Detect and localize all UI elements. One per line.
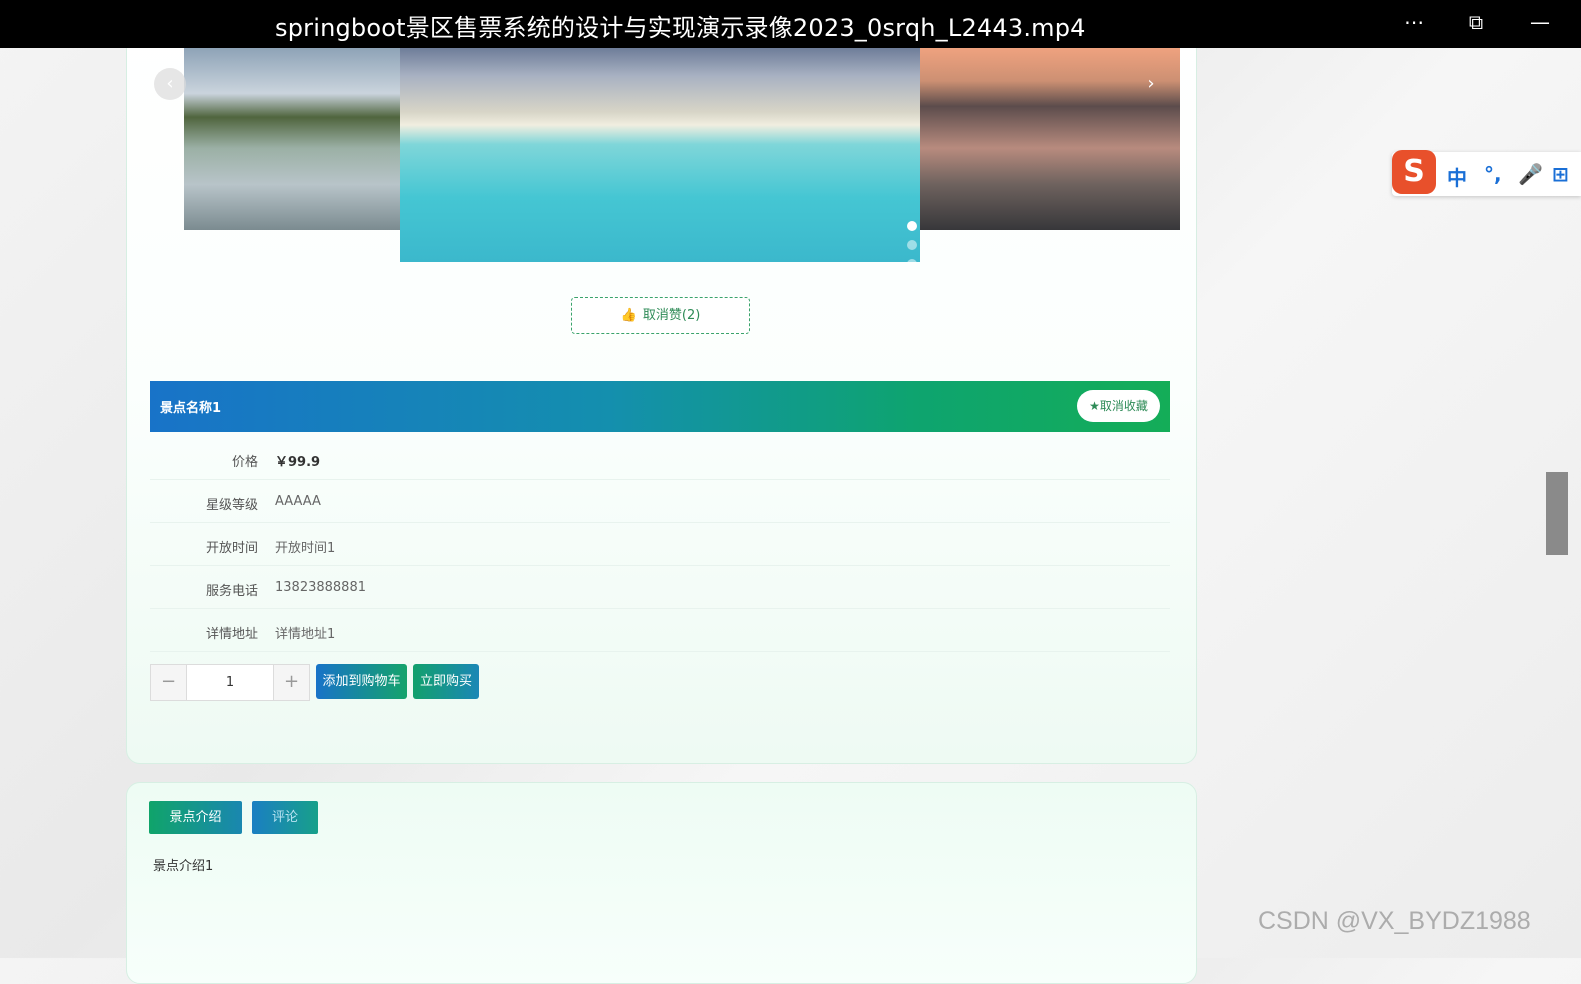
detail-row-star-level: 星级等级 AAAAA <box>150 480 1170 523</box>
detail-label: 价格 <box>231 455 258 470</box>
carousel-next-icon[interactable]: › <box>1135 68 1167 100</box>
detail-label: 服务电话 <box>205 584 258 599</box>
scenic-name: 景点名称1 <box>160 401 222 416</box>
carousel-prev-icon[interactable]: ‹ <box>154 68 186 100</box>
carousel-dot[interactable] <box>907 240 917 250</box>
carousel-indicators <box>907 216 920 262</box>
punctuation-icon[interactable]: °, <box>1484 162 1502 186</box>
unlike-label: 取消赞(2) <box>642 308 701 323</box>
buy-now-button[interactable]: 立即购买 <box>413 664 479 699</box>
add-to-cart-button[interactable]: 添加到购物车 <box>316 664 407 699</box>
carousel-slide-mountain-lake <box>184 48 400 230</box>
sogou-logo-icon: S <box>1392 150 1436 194</box>
tab-scenic-intro[interactable]: 景点介绍 <box>149 801 242 834</box>
detail-label: 详情地址 <box>205 627 258 642</box>
image-carousel[interactable]: ‹ › <box>154 48 1182 263</box>
detail-value: AAAAA <box>275 494 321 509</box>
more-options-icon[interactable]: ⋯ <box>1398 10 1430 38</box>
increase-quantity-button[interactable]: + <box>273 665 309 700</box>
detail-row-price: 价格 ￥99.9 <box>150 437 1170 480</box>
carousel-dot[interactable] <box>907 221 917 231</box>
detail-value-price: ￥99.9 <box>275 455 321 470</box>
detail-row-address: 详情地址 详情地址1 <box>150 609 1170 652</box>
scenic-detail-table: 价格 ￥99.9 星级等级 AAAAA 开放时间 开放时间1 服务电话 1382… <box>150 437 1170 652</box>
scenic-intro-text: 景点介绍1 <box>153 859 214 874</box>
detail-row-phone: 服务电话 13823888881 <box>150 566 1170 609</box>
tab-comments[interactable]: 评论 <box>252 801 318 834</box>
detail-label: 星级等级 <box>205 498 258 513</box>
thumbs-up-icon: 👍 <box>620 308 637 323</box>
detail-value: 13823888881 <box>275 580 366 595</box>
carousel-slide-beach <box>400 48 920 262</box>
video-title: springboot景区售票系统的设计与实现演示录像2023_0srqh_L24… <box>275 14 1086 42</box>
input-method-toolbar[interactable]: S 中 °, 🎤 ⊞ <box>1392 150 1581 196</box>
detail-value: 开放时间1 <box>275 541 336 556</box>
quantity-input[interactable]: 1 <box>187 665 273 700</box>
csdn-watermark: CSDN @VX_BYDZ1988 <box>1258 907 1531 935</box>
quantity-stepper: − 1 + <box>150 664 310 701</box>
detail-value: 详情地址1 <box>275 627 336 642</box>
microphone-icon[interactable]: 🎤 <box>1518 162 1543 186</box>
scrollbar-thumb[interactable] <box>1546 472 1568 555</box>
video-title-bar: springboot景区售票系统的设计与实现演示录像2023_0srqh_L24… <box>0 0 1581 48</box>
chinese-mode-icon[interactable]: 中 <box>1447 162 1467 191</box>
minimize-icon[interactable]: — <box>1524 10 1556 38</box>
detail-label: 开放时间 <box>205 541 258 556</box>
decrease-quantity-button[interactable]: − <box>151 665 187 700</box>
toolbox-grid-icon[interactable]: ⊞ <box>1552 162 1569 186</box>
unfavorite-button[interactable]: ★取消收藏 <box>1077 390 1160 422</box>
carousel-dot[interactable] <box>907 259 917 262</box>
scenic-title-bar: 景点名称1 ★取消收藏 <box>150 381 1170 432</box>
unlike-button[interactable]: 👍 取消赞(2) <box>571 297 750 334</box>
picture-in-picture-icon[interactable]: ⧉ <box>1460 10 1492 38</box>
detail-row-open-time: 开放时间 开放时间1 <box>150 523 1170 566</box>
